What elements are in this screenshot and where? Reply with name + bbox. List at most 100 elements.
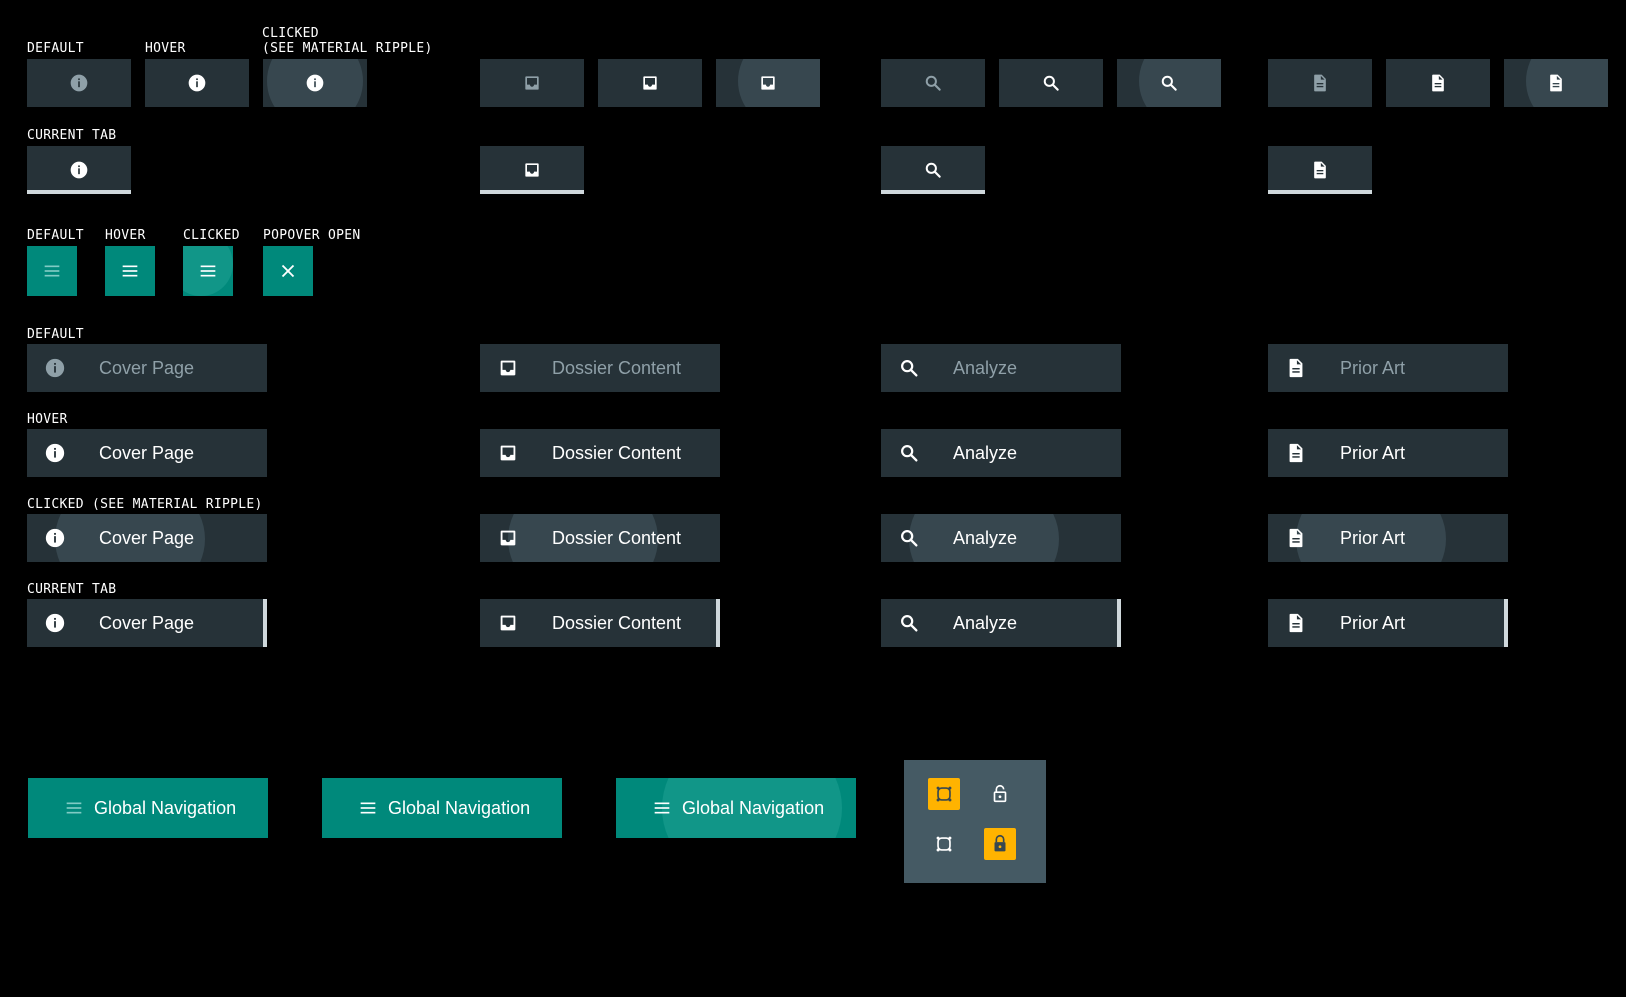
- label-default-tabs: DEFAULT: [27, 41, 84, 56]
- tab-label: Cover Page: [99, 443, 195, 463]
- tab-label: Cover Page: [99, 528, 195, 548]
- wide-tab-cover-current[interactable]: Cover Page: [27, 599, 267, 647]
- icon-tab-cover-clicked[interactable]: [263, 59, 367, 107]
- icon-tab-dossier-hover[interactable]: [598, 59, 702, 107]
- menu-icon: [66, 802, 82, 814]
- menu-button-clicked[interactable]: [183, 246, 233, 296]
- focus-toggle-inactive[interactable]: [928, 828, 960, 860]
- material-ripple: [738, 59, 820, 107]
- inbox-icon: [643, 76, 657, 90]
- wide-tab-analyze-default[interactable]: Analyze: [881, 344, 1121, 392]
- wide-tab-analyze-clicked[interactable]: Analyze: [881, 514, 1121, 562]
- tab-label: Prior Art: [1340, 613, 1406, 633]
- label-hover-tabs: HOVER: [145, 41, 186, 56]
- search-icon: [901, 360, 918, 377]
- tab-label: Analyze: [953, 358, 1018, 378]
- document-icon: [1314, 74, 1326, 92]
- wide-tab-dossier-default[interactable]: Dossier Content: [480, 344, 720, 392]
- icon-tab-prior-art-default[interactable]: [1268, 59, 1372, 107]
- wide-tab-prior-art-default[interactable]: Prior Art: [1268, 344, 1508, 392]
- label-wide-current: CURRENT TAB: [27, 582, 117, 597]
- label-wide-hover: HOVER: [27, 412, 68, 427]
- info-icon: [45, 528, 65, 548]
- info-icon: [188, 74, 206, 92]
- global-navigation-button-default[interactable]: Global Navigation: [28, 778, 268, 838]
- label-wide-default: DEFAULT: [27, 327, 84, 342]
- tab-label: Dossier Content: [552, 443, 682, 463]
- wide-tab-cover-clicked[interactable]: Cover Page: [27, 514, 267, 562]
- inbox-icon: [761, 76, 775, 90]
- wide-tab-cover-hover[interactable]: Cover Page: [27, 429, 267, 477]
- icon-tab-prior-art-hover[interactable]: [1386, 59, 1490, 107]
- menu-icon: [44, 265, 60, 277]
- icon-tab-prior-art-clicked[interactable]: [1504, 59, 1608, 107]
- lock-panel: [904, 760, 1046, 883]
- tab-label: Prior Art: [1340, 358, 1406, 378]
- icon-tab-cover-current[interactable]: [27, 146, 131, 194]
- icon-tab-dossier-default[interactable]: [480, 59, 584, 107]
- material-ripple: [1139, 59, 1221, 107]
- global-navigation-button-hover[interactable]: Global Navigation: [322, 778, 562, 838]
- global-navigation-button-clicked[interactable]: Global Navigation: [616, 778, 856, 838]
- lock-toggle-open[interactable]: [984, 778, 1016, 810]
- icon-tab-prior-art-current[interactable]: [1268, 146, 1372, 194]
- wide-tab-analyze-current[interactable]: Analyze: [881, 599, 1121, 647]
- menu-icon: [654, 802, 670, 814]
- material-ripple: [1526, 59, 1608, 107]
- menu-button-popover-open[interactable]: [263, 246, 313, 296]
- search-icon: [925, 162, 941, 178]
- wide-tab-analyze-hover[interactable]: Analyze: [881, 429, 1121, 477]
- label-hamburger-popover: POPOVER OPEN: [263, 228, 361, 243]
- tab-label: Cover Page: [99, 358, 195, 378]
- icon-tab-dossier-current[interactable]: [480, 146, 584, 194]
- icon-tab-analyze-clicked[interactable]: [1117, 59, 1221, 107]
- lock-toggle-closed[interactable]: [984, 828, 1016, 860]
- inbox-icon: [500, 530, 516, 546]
- tab-label: Prior Art: [1340, 528, 1406, 548]
- global-navigation-label: Global Navigation: [682, 798, 825, 818]
- label-hamburger-clicked: CLICKED: [183, 228, 240, 243]
- document-icon: [1289, 528, 1303, 548]
- global-navigation-label: Global Navigation: [94, 798, 237, 818]
- info-icon: [45, 443, 65, 463]
- wide-tab-cover-default[interactable]: Cover Page: [27, 344, 267, 392]
- tab-label: Dossier Content: [552, 613, 682, 633]
- icon-tab-cover-default[interactable]: [27, 59, 131, 107]
- tab-label: Analyze: [953, 613, 1018, 633]
- menu-icon: [360, 802, 376, 814]
- global-navigation-label: Global Navigation: [388, 798, 531, 818]
- tab-label: Dossier Content: [552, 528, 682, 548]
- info-icon: [70, 74, 88, 92]
- menu-icon: [200, 265, 216, 277]
- icon-tab-analyze-current[interactable]: [881, 146, 985, 194]
- tab-label: Dossier Content: [552, 358, 682, 378]
- search-icon: [1043, 75, 1059, 91]
- lock-closed-icon: [994, 834, 1006, 852]
- icon-tab-analyze-hover[interactable]: [999, 59, 1103, 107]
- icon-tab-dossier-clicked[interactable]: [716, 59, 820, 107]
- wide-tab-dossier-hover[interactable]: Dossier Content: [480, 429, 720, 477]
- wide-tab-prior-art-clicked[interactable]: Prior Art: [1268, 514, 1508, 562]
- menu-icon: [122, 265, 138, 277]
- label-hamburger-default: DEFAULT: [27, 228, 84, 243]
- inbox-icon: [525, 76, 539, 90]
- label-current-tab-icons: CURRENT TAB: [27, 128, 117, 143]
- inbox-icon: [525, 163, 539, 177]
- search-icon: [925, 75, 941, 91]
- menu-button-default[interactable]: [27, 246, 77, 296]
- search-icon: [901, 445, 918, 462]
- inbox-icon: [500, 615, 516, 631]
- icon-tab-analyze-default[interactable]: [881, 59, 985, 107]
- focus-frame-icon: [936, 836, 952, 852]
- document-icon: [1289, 613, 1303, 633]
- focus-frame-icon: [936, 786, 952, 802]
- wide-tab-prior-art-current[interactable]: Prior Art: [1268, 599, 1508, 647]
- icon-tab-cover-hover[interactable]: [145, 59, 249, 107]
- menu-button-hover[interactable]: [105, 246, 155, 296]
- wide-tab-dossier-current[interactable]: Dossier Content: [480, 599, 720, 647]
- wide-tab-prior-art-hover[interactable]: Prior Art: [1268, 429, 1508, 477]
- focus-toggle-active[interactable]: [928, 778, 960, 810]
- search-icon: [901, 615, 918, 632]
- wide-tab-dossier-clicked[interactable]: Dossier Content: [480, 514, 720, 562]
- tab-label: Analyze: [953, 443, 1018, 463]
